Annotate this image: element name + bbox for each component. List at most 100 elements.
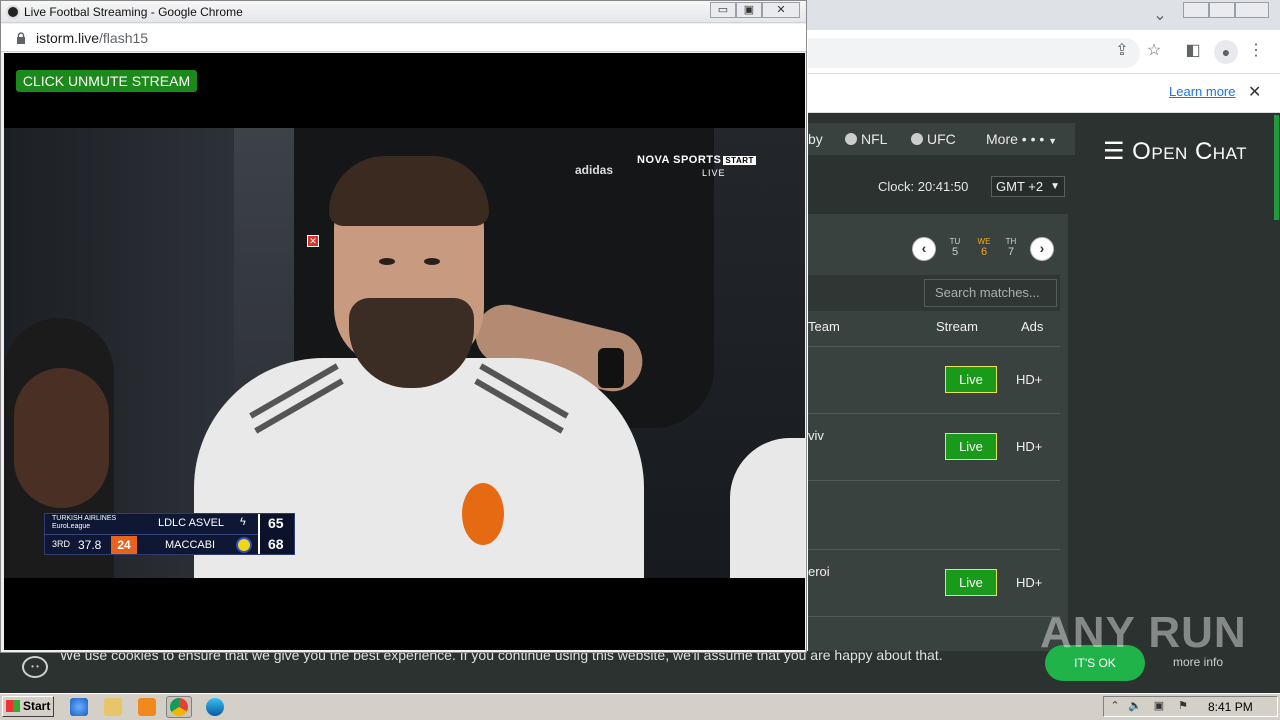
league-logo: TURKISH AIRLINES EuroLeague xyxy=(52,515,116,531)
glove-icon xyxy=(911,133,923,145)
video-frame[interactable]: adidas xyxy=(4,128,805,578)
quarter: 3RD xyxy=(52,539,71,549)
chevron-down-icon: ▼ xyxy=(1050,181,1060,192)
live-indicator: LIVE xyxy=(702,168,726,178)
side-panel-icon[interactable]: ◧ xyxy=(1181,41,1205,65)
search-input[interactable]: Search matches... xyxy=(924,279,1057,307)
football-icon xyxy=(845,133,857,145)
video-brand-logo: adidas xyxy=(575,163,614,177)
live-button[interactable]: Live xyxy=(945,433,997,460)
chrome-icon xyxy=(170,698,188,716)
day-name: WE xyxy=(977,237,991,246)
edge-icon[interactable] xyxy=(206,698,224,716)
network-icon[interactable]: ▣ xyxy=(1152,699,1166,713)
tray-clock[interactable]: 8:41 PM xyxy=(1208,700,1253,714)
team1-logo-icon: ϟ xyxy=(240,516,246,528)
volume-icon[interactable]: 🔈 xyxy=(1128,699,1142,713)
caret-down-icon: ▼ xyxy=(1048,136,1058,146)
live-button[interactable]: Live xyxy=(945,366,997,393)
broadcaster-name: NOVA SPORTS xyxy=(637,154,722,166)
popup-minimize-button[interactable]: ▭ xyxy=(710,2,736,18)
tab-search-icon[interactable]: ⌄ xyxy=(1148,6,1172,30)
file-explorer-icon[interactable] xyxy=(104,698,122,716)
popup-maximize-button[interactable]: ▣ xyxy=(736,2,762,18)
col-header-stream: Stream xyxy=(936,319,978,334)
nav-label: NFL xyxy=(861,131,888,147)
timezone-select[interactable]: GMT +2 ▼ xyxy=(991,176,1065,197)
ads-quality: HD+ xyxy=(1016,575,1043,590)
team2-score: 68 xyxy=(268,536,284,552)
nav-label: More • • • xyxy=(986,131,1045,147)
unmute-stream-button[interactable]: CLICK UNMUTE STREAM xyxy=(16,70,197,92)
nav-item-more[interactable]: More • • • ▼ xyxy=(986,131,1057,147)
row-divider xyxy=(808,480,1060,481)
day-number: 6 xyxy=(980,246,988,258)
team1-score: 65 xyxy=(268,515,284,531)
windows-logo-icon xyxy=(6,700,20,712)
shot-clock: 24 xyxy=(111,536,137,554)
bg-close-button[interactable] xyxy=(1235,2,1269,18)
row-divider xyxy=(808,413,1060,414)
game-clock: 37.8 xyxy=(78,538,102,552)
profile-avatar-icon[interactable]: ● xyxy=(1214,40,1238,64)
football-favicon-icon xyxy=(6,5,20,19)
popup-url[interactable]: istorm.live/flash15 xyxy=(36,30,148,46)
learn-more-link[interactable]: Learn more xyxy=(1169,84,1235,99)
broadcaster-logo: NOVA SPORTS START xyxy=(637,154,756,166)
infobar-close-icon[interactable]: ✕ xyxy=(1248,82,1261,102)
action-center-flag-icon[interactable]: ⚑ xyxy=(1176,699,1190,713)
background-omnibox[interactable] xyxy=(808,38,1140,68)
bg-minimize-button[interactable] xyxy=(1183,2,1209,18)
internet-explorer-icon[interactable] xyxy=(70,698,88,716)
prev-day-button[interactable]: ‹ xyxy=(912,237,936,261)
team-name: eroi xyxy=(808,564,830,579)
team2-name: MACCABI xyxy=(165,539,216,551)
day-tab-th[interactable]: TH 7 xyxy=(1000,237,1022,258)
open-chat-button[interactable]: ☰ Open Chat xyxy=(1103,137,1247,166)
bg-maximize-button[interactable] xyxy=(1209,2,1235,18)
cookie-icon: • • xyxy=(22,656,48,678)
day-name: TH xyxy=(1005,237,1017,246)
league-line1: TURKISH AIRLINES xyxy=(52,515,117,522)
nav-item-ufc[interactable]: UFC xyxy=(911,131,956,147)
clock-readout: Clock: 20:41:50 xyxy=(878,179,969,194)
nav-item-nfl[interactable]: NFL xyxy=(845,131,887,147)
close-ad-icon[interactable]: ✕ xyxy=(307,235,319,247)
row-divider xyxy=(808,616,1060,617)
league-line2: EuroLeague xyxy=(52,523,91,530)
day-name: TU xyxy=(949,237,961,246)
ads-quality: HD+ xyxy=(1016,372,1043,387)
team1-name: LDLC ASVEL xyxy=(158,517,225,529)
ads-quality: HD+ xyxy=(1016,439,1043,454)
page-scrollbar-thumb[interactable] xyxy=(1274,115,1279,220)
bookmark-star-icon[interactable]: ☆ xyxy=(1142,41,1166,65)
broadcaster-tag: START xyxy=(723,156,756,165)
share-icon[interactable]: ⇪ xyxy=(1110,41,1134,65)
popup-close-button[interactable]: ✕ xyxy=(762,2,800,18)
live-button[interactable]: Live xyxy=(945,569,997,596)
video-eye xyxy=(424,258,440,265)
video-eye xyxy=(379,258,395,265)
col-header-ads: Ads xyxy=(1021,319,1044,334)
day-tab-we[interactable]: WE 6 xyxy=(973,237,995,258)
taskbar xyxy=(0,693,1280,720)
row-divider xyxy=(808,346,1060,347)
tray-expand-icon[interactable]: ⌃ xyxy=(1108,699,1122,713)
chrome-menu-icon[interactable]: ⋮ xyxy=(1244,41,1268,65)
timezone-value: GMT +2 xyxy=(996,179,1044,194)
watermark: ANY RUN xyxy=(1040,608,1247,657)
video-face-left xyxy=(14,368,109,508)
url-host: istorm.live xyxy=(36,30,100,46)
day-number: 5 xyxy=(951,246,959,258)
url-path: /flash15 xyxy=(99,30,149,46)
col-header-team: Team xyxy=(808,319,840,334)
day-tab-tu[interactable]: TU 5 xyxy=(944,237,966,258)
team2-logo-icon xyxy=(236,537,252,553)
popup-title: Live Footbal Streaming - Google Chrome xyxy=(24,5,243,19)
day-number: 7 xyxy=(1007,246,1015,258)
media-player-icon[interactable] xyxy=(138,698,156,716)
next-day-button[interactable]: › xyxy=(1030,237,1054,261)
video-hair xyxy=(329,156,489,226)
row-divider xyxy=(808,549,1060,550)
nav-item-partial[interactable]: by xyxy=(808,131,823,147)
